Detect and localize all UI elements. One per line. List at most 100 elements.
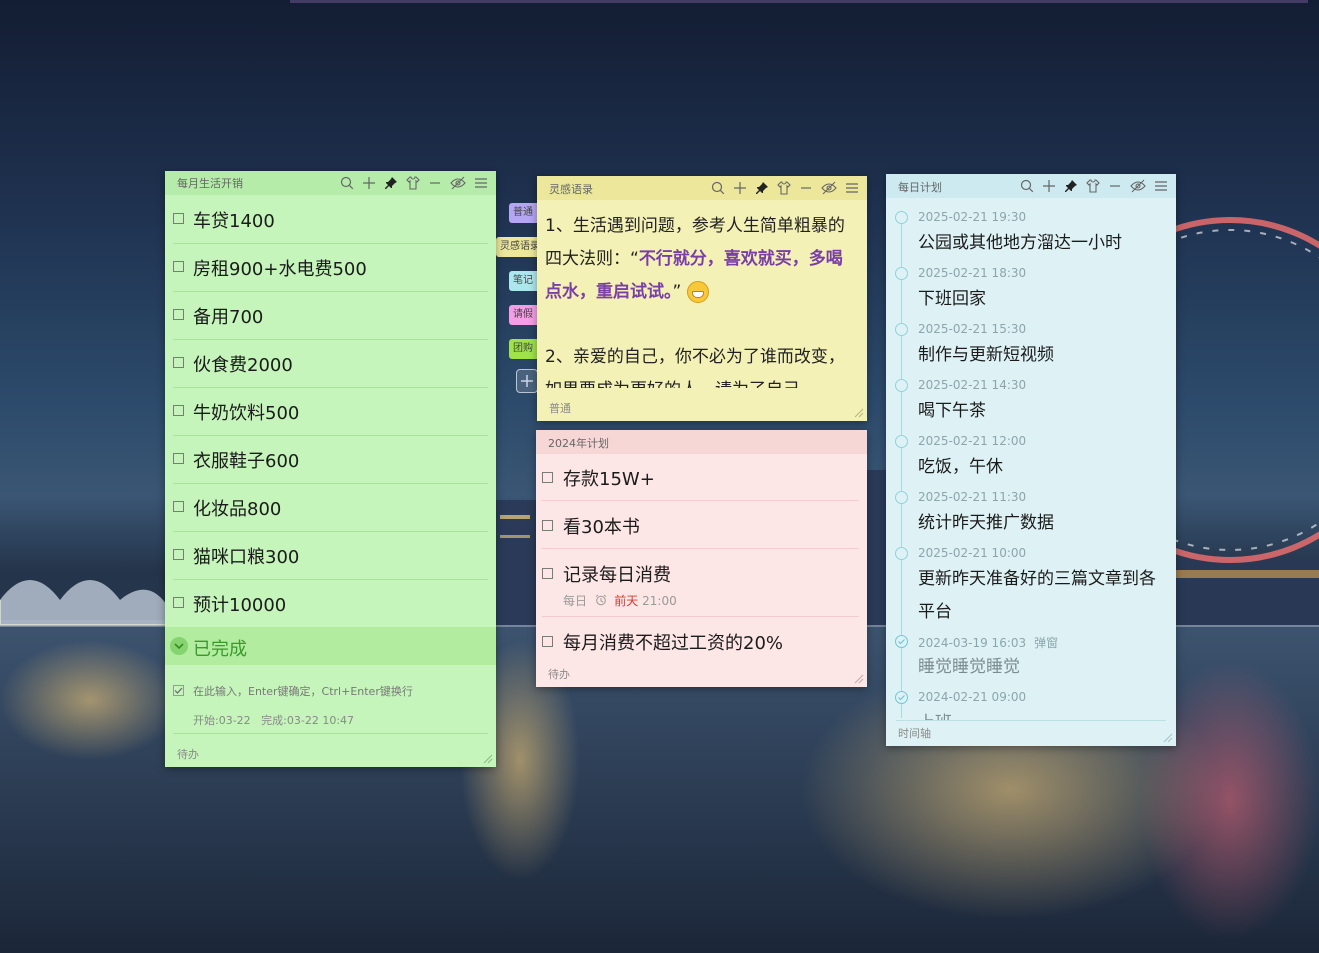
divider [896,720,1166,721]
completed-section-toggle[interactable]: 已完成 [165,627,496,665]
add-tab-button[interactable] [516,369,538,393]
checkbox[interactable] [542,568,553,579]
timeline-dot[interactable] [895,379,908,392]
note-monthly-expenses: 每月生活开销 车贷1400 房租900+水电费500 备用700 伙食费2000… [165,171,496,767]
pin-icon[interactable] [1064,179,1078,193]
list-item[interactable]: 车贷1400 [173,195,488,244]
item-text: 睡觉睡觉睡觉 [918,657,1020,677]
minimize-icon[interactable] [428,176,442,190]
note-text-body[interactable]: 1、生活遇到问题，参考人生简单粗暴的四大法则：“不行就分，喜欢就买，多喝点水，重… [545,210,855,388]
repeat-label: 每日 [563,594,588,608]
alarm-icon [595,594,606,606]
hide-eye-icon[interactable] [450,176,466,190]
shirt-icon[interactable] [1086,179,1100,193]
list-item[interactable]: 猫咪口粮300 [173,531,488,580]
note-titlebar[interactable]: 灵感语录 [537,176,867,200]
list-item[interactable]: 记录每日消费 每日 前天 21:00 [542,550,859,617]
checkbox[interactable] [173,357,184,368]
note-category: 时间轴 [898,727,931,740]
item-text: 下班回家 [918,289,986,309]
timeline-dot[interactable] [895,547,908,560]
item-time: 2024-02-21 09:00 [918,690,1027,704]
list-item[interactable]: 化妆品800 [173,483,488,532]
minimize-icon[interactable] [1108,179,1122,193]
menu-icon[interactable] [845,181,859,195]
grinning-emoji-icon [687,281,710,303]
reminder-time: 21:00 [642,594,677,608]
search-icon[interactable] [340,176,354,190]
timeline-dot[interactable] [895,211,908,224]
note-category: 待办 [177,748,199,761]
hide-eye-icon[interactable] [821,181,837,195]
item-text: 喝下午茶 [918,401,986,421]
quote-paragraph-2: 2、亲爱的自己，你不必为了谁而改变，如果要成为更好的人，请为了自己。 [545,347,845,388]
item-time: 2025-02-21 11:30 [918,490,1027,504]
menu-icon[interactable] [474,176,488,190]
shirt-icon[interactable] [777,181,791,195]
list-item[interactable]: 伙食费2000 [173,339,488,388]
resize-grip-icon[interactable] [481,752,493,764]
pin-icon[interactable] [384,176,398,190]
timeline-dot-checked[interactable] [895,691,908,704]
plus-icon[interactable] [362,176,376,190]
minimize-icon[interactable] [799,181,813,195]
search-icon[interactable] [711,181,725,195]
checkbox[interactable] [173,597,184,608]
checkbox[interactable] [542,472,553,483]
note-category: 待办 [548,668,570,681]
side-tab-inspiration[interactable]: 灵感语录 [496,237,542,257]
list-item[interactable]: 存款15W+ [542,454,859,501]
item-text: 伙食费2000 [193,355,293,376]
completed-label: 已完成 [193,639,247,660]
note-titlebar[interactable]: 2024年计划 [536,430,867,454]
item-dates: 开始:03-22 完成:03-22 10:47 [193,712,354,728]
list-item[interactable]: 牛奶饮料500 [173,387,488,436]
done-date: 完成:03-22 10:47 [261,714,355,727]
item-text: 上班 [918,707,1163,720]
timeline-dot[interactable] [895,491,908,504]
checkbox-checked[interactable] [173,685,184,696]
checkbox[interactable] [542,636,553,647]
top-edge-line [290,0,1308,3]
list-item[interactable]: 看30本书 [542,502,859,549]
item-text: 化妆品800 [193,499,282,520]
list-item[interactable]: 房租900+水电费500 [173,243,488,292]
item-text: 预计10000 [193,595,287,616]
checkbox[interactable] [173,549,184,560]
list-item[interactable]: 预计10000 [173,579,488,627]
checkbox[interactable] [173,261,184,272]
timeline-dot[interactable] [895,267,908,280]
plus-icon[interactable] [1042,179,1056,193]
resize-grip-icon[interactable] [1161,731,1173,743]
list-item[interactable]: 备用700 [173,291,488,340]
shirt-icon[interactable] [406,176,420,190]
list-item[interactable]: 每月消费不超过工资的20% [542,618,859,664]
checkbox[interactable] [542,520,553,531]
plus-icon[interactable] [733,181,747,195]
item-text: 存款15W+ [563,469,655,490]
timeline-list[interactable]: 2025-02-21 19:30 公园或其他地方溜达一小时 2025-02-21 … [886,210,1176,720]
note-titlebar[interactable]: 每日计划 [886,174,1176,198]
list-item[interactable]: 衣服鞋子600 [173,435,488,484]
item-text: 每月消费不超过工资的20% [563,633,784,654]
timeline-dot[interactable] [895,435,908,448]
note-titlebar[interactable]: 每月生活开销 [165,171,496,195]
hide-eye-icon[interactable] [1130,179,1146,193]
item-time: 2025-02-21 10:00 [918,546,1027,560]
item-text: 制作与更新短视频 [918,345,1054,365]
checkbox[interactable] [173,213,184,224]
menu-icon[interactable] [1154,179,1168,193]
item-reminder: 每日 前天 21:00 [563,592,677,609]
checkbox[interactable] [173,309,184,320]
timeline-dot-checked[interactable] [895,635,908,648]
checkbox[interactable] [173,501,184,512]
resize-grip-icon[interactable] [852,406,864,418]
item-time: 2025-02-21 19:30 [918,210,1027,224]
checkbox[interactable] [173,453,184,464]
checkbox[interactable] [173,405,184,416]
pin-icon[interactable] [755,181,769,195]
search-icon[interactable] [1020,179,1034,193]
resize-grip-icon[interactable] [852,672,864,684]
timeline-dot[interactable] [895,323,908,336]
reminder-day: 前天 [614,594,639,608]
